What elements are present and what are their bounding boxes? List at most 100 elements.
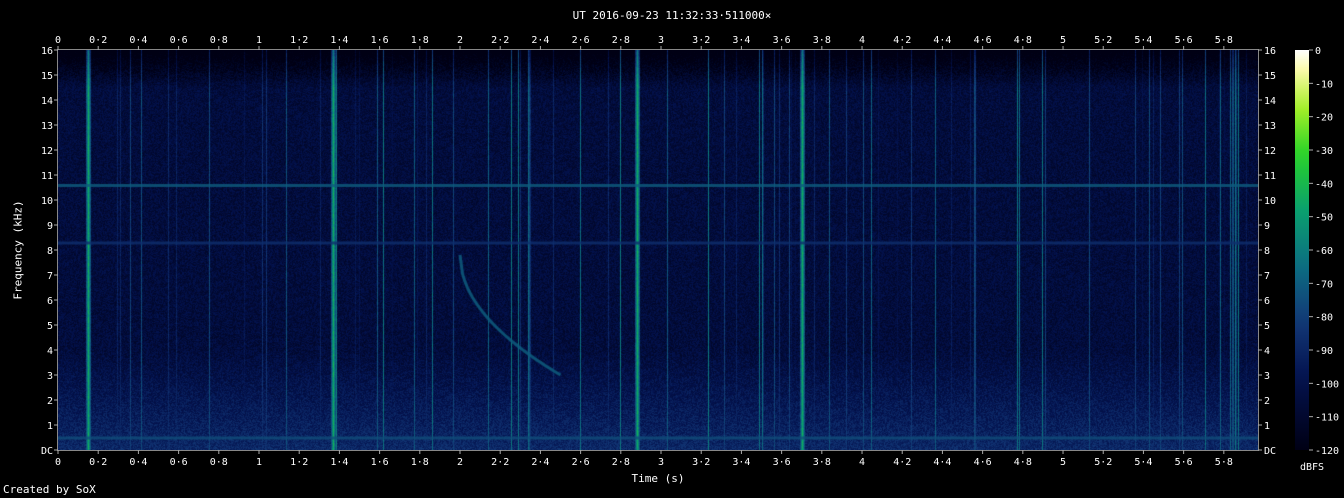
colorbar-label: dBFS [1300, 462, 1325, 473]
y-tick-label: 7 [47, 271, 53, 282]
x-tick-label: 4·2 [893, 457, 911, 468]
x-tick-label: 1·6 [371, 35, 389, 46]
x-tick-label: 3 [658, 457, 664, 468]
colorbar: 0 -10 -20 -30 -40 -50 -60 -70 -80 -90 -100 -110 -120 [1295, 46, 1339, 457]
colorbar-gradient [1295, 50, 1309, 450]
colorbar-tick-label: -100 [1315, 379, 1339, 390]
y-axis-label: Frequency (kHz) [11, 200, 25, 300]
x-tick-label: 1 [256, 457, 262, 468]
y-tick-label-right: 10 [1264, 196, 1276, 207]
y-tick-label-right: 4 [1264, 346, 1270, 357]
x-tick-label: 4·6 [974, 457, 992, 468]
y-tick-label-right: 1 [1264, 421, 1270, 432]
x-tick-label: 0 [55, 457, 61, 468]
x-tick-label: 1·4 [330, 35, 348, 46]
x-tick-label: 5·6 [1175, 35, 1193, 46]
colorbar-tick-label: -60 [1315, 246, 1333, 257]
x-tick-label: 1·8 [411, 35, 429, 46]
x-tick-label: 1·8 [411, 457, 429, 468]
x-tick-label: 1·4 [330, 457, 348, 468]
colorbar-tick-label: -50 [1315, 213, 1333, 224]
x-tick-label: 2 [457, 457, 463, 468]
colorbar-tick-label: -20 [1315, 113, 1333, 124]
y-tick-label-right: 13 [1264, 121, 1276, 132]
x-tick-label: 1 [256, 35, 262, 46]
y-tick-label-right: 16 [1264, 46, 1276, 57]
x-tick-label: 4·4 [933, 457, 951, 468]
plot-frame [57, 49, 1259, 451]
x-tick-label: 5 [1060, 457, 1066, 468]
colorbar-tick-label: -30 [1315, 146, 1333, 157]
colorbar-tick-label: -40 [1315, 179, 1333, 190]
x-tick-label: 1·6 [371, 457, 389, 468]
x-tick-label: 2·8 [612, 35, 630, 46]
axes-layer: 0 0·2 0·4 0·6 0·8 1 1·2 1·4 1·6 1·8 2 2·2 2·4 2·6 2·8 3… [41, 35, 1339, 468]
y-tick-label: 11 [41, 171, 53, 182]
x-tick-label: 0 [55, 35, 61, 46]
y-ticks-left: DC12345678910111213141516 [41, 46, 58, 457]
x-ticks-bottom: 0 0·2 0·4 0·6 0·8 1 1·2 1·4 1·6 1·8 2 2·2 2·4 2·6 2·8 3… [55, 450, 1233, 468]
y-tick-label-right: DC [1264, 446, 1276, 457]
y-tick-label: 16 [41, 46, 53, 57]
x-tick-label: 0·6 [170, 457, 188, 468]
x-tick-label: 3·2 [692, 35, 710, 46]
y-tick-label-right: 6 [1264, 296, 1270, 307]
y-tick-label: 6 [47, 296, 53, 307]
x-tick-label: 3 [658, 35, 664, 46]
x-axis-label: Time (s) [631, 472, 685, 485]
x-tick-label: 2·2 [491, 457, 509, 468]
x-tick-label: 5·6 [1175, 457, 1193, 468]
x-tick-label: 3·6 [773, 35, 791, 46]
y-tick-label: DC [41, 446, 53, 457]
x-tick-label: 3·8 [813, 457, 831, 468]
y-tick-label: 13 [41, 121, 53, 132]
colorbar-tick-label: 0 [1315, 46, 1321, 57]
y-tick-label: 4 [47, 346, 53, 357]
x-tick-label: 2·4 [531, 457, 549, 468]
x-tick-label: 0·6 [170, 35, 188, 46]
colorbar-tick-label: -70 [1315, 279, 1333, 290]
x-tick-label: 2·8 [612, 457, 630, 468]
x-tick-label: 3·4 [732, 35, 750, 46]
x-tick-label: 0·8 [210, 457, 228, 468]
x-tick-label: 5·8 [1215, 457, 1233, 468]
x-tick-label: 3·6 [773, 457, 791, 468]
x-tick-label: 1·2 [290, 35, 308, 46]
x-tick-label: 0·2 [89, 457, 107, 468]
y-tick-label-right: 7 [1264, 271, 1270, 282]
x-tick-label: 5·4 [1134, 35, 1152, 46]
y-tick-label: 5 [47, 321, 53, 332]
y-tick-label-right: 9 [1264, 221, 1270, 232]
y-tick-label: 8 [47, 246, 53, 257]
x-tick-label: 5·8 [1215, 35, 1233, 46]
y-tick-label-right: 3 [1264, 371, 1270, 382]
colorbar-tick-label: -120 [1315, 446, 1339, 457]
x-tick-label: 5·4 [1134, 457, 1152, 468]
y-tick-label: 3 [47, 371, 53, 382]
y-tick-label: 1 [47, 421, 53, 432]
x-tick-label: 3·8 [813, 35, 831, 46]
x-tick-label: 4·8 [1014, 35, 1032, 46]
x-tick-label: 4·2 [893, 35, 911, 46]
x-tick-label: 2·4 [531, 35, 549, 46]
x-tick-label: 4·8 [1014, 457, 1032, 468]
x-tick-label: 4·6 [974, 35, 992, 46]
x-tick-label: 3·4 [732, 457, 750, 468]
y-tick-label-right: 12 [1264, 146, 1276, 157]
x-ticks-top: 0 0·2 0·4 0·6 0·8 1 1·2 1·4 1·6 1·8 2 2·2 2·4 2·6 2·8 3… [55, 35, 1233, 50]
x-tick-label: 5 [1060, 35, 1066, 46]
x-tick-label: 4·4 [933, 35, 951, 46]
x-tick-label: 4 [859, 35, 865, 46]
colorbar-tick-label: -110 [1315, 413, 1339, 424]
x-tick-label: 1·2 [290, 457, 308, 468]
x-tick-label: 0·4 [129, 457, 147, 468]
x-tick-label: 0·2 [89, 35, 107, 46]
y-tick-label: 14 [41, 96, 53, 107]
colorbar-tick-label: -90 [1315, 346, 1333, 357]
colorbar-tick-label: -10 [1315, 79, 1333, 90]
x-tick-label: 0·8 [210, 35, 228, 46]
x-tick-label: 5·2 [1094, 457, 1112, 468]
x-tick-label: 2 [457, 35, 463, 46]
x-tick-label: 3·2 [692, 457, 710, 468]
y-tick-label: 10 [41, 196, 53, 207]
